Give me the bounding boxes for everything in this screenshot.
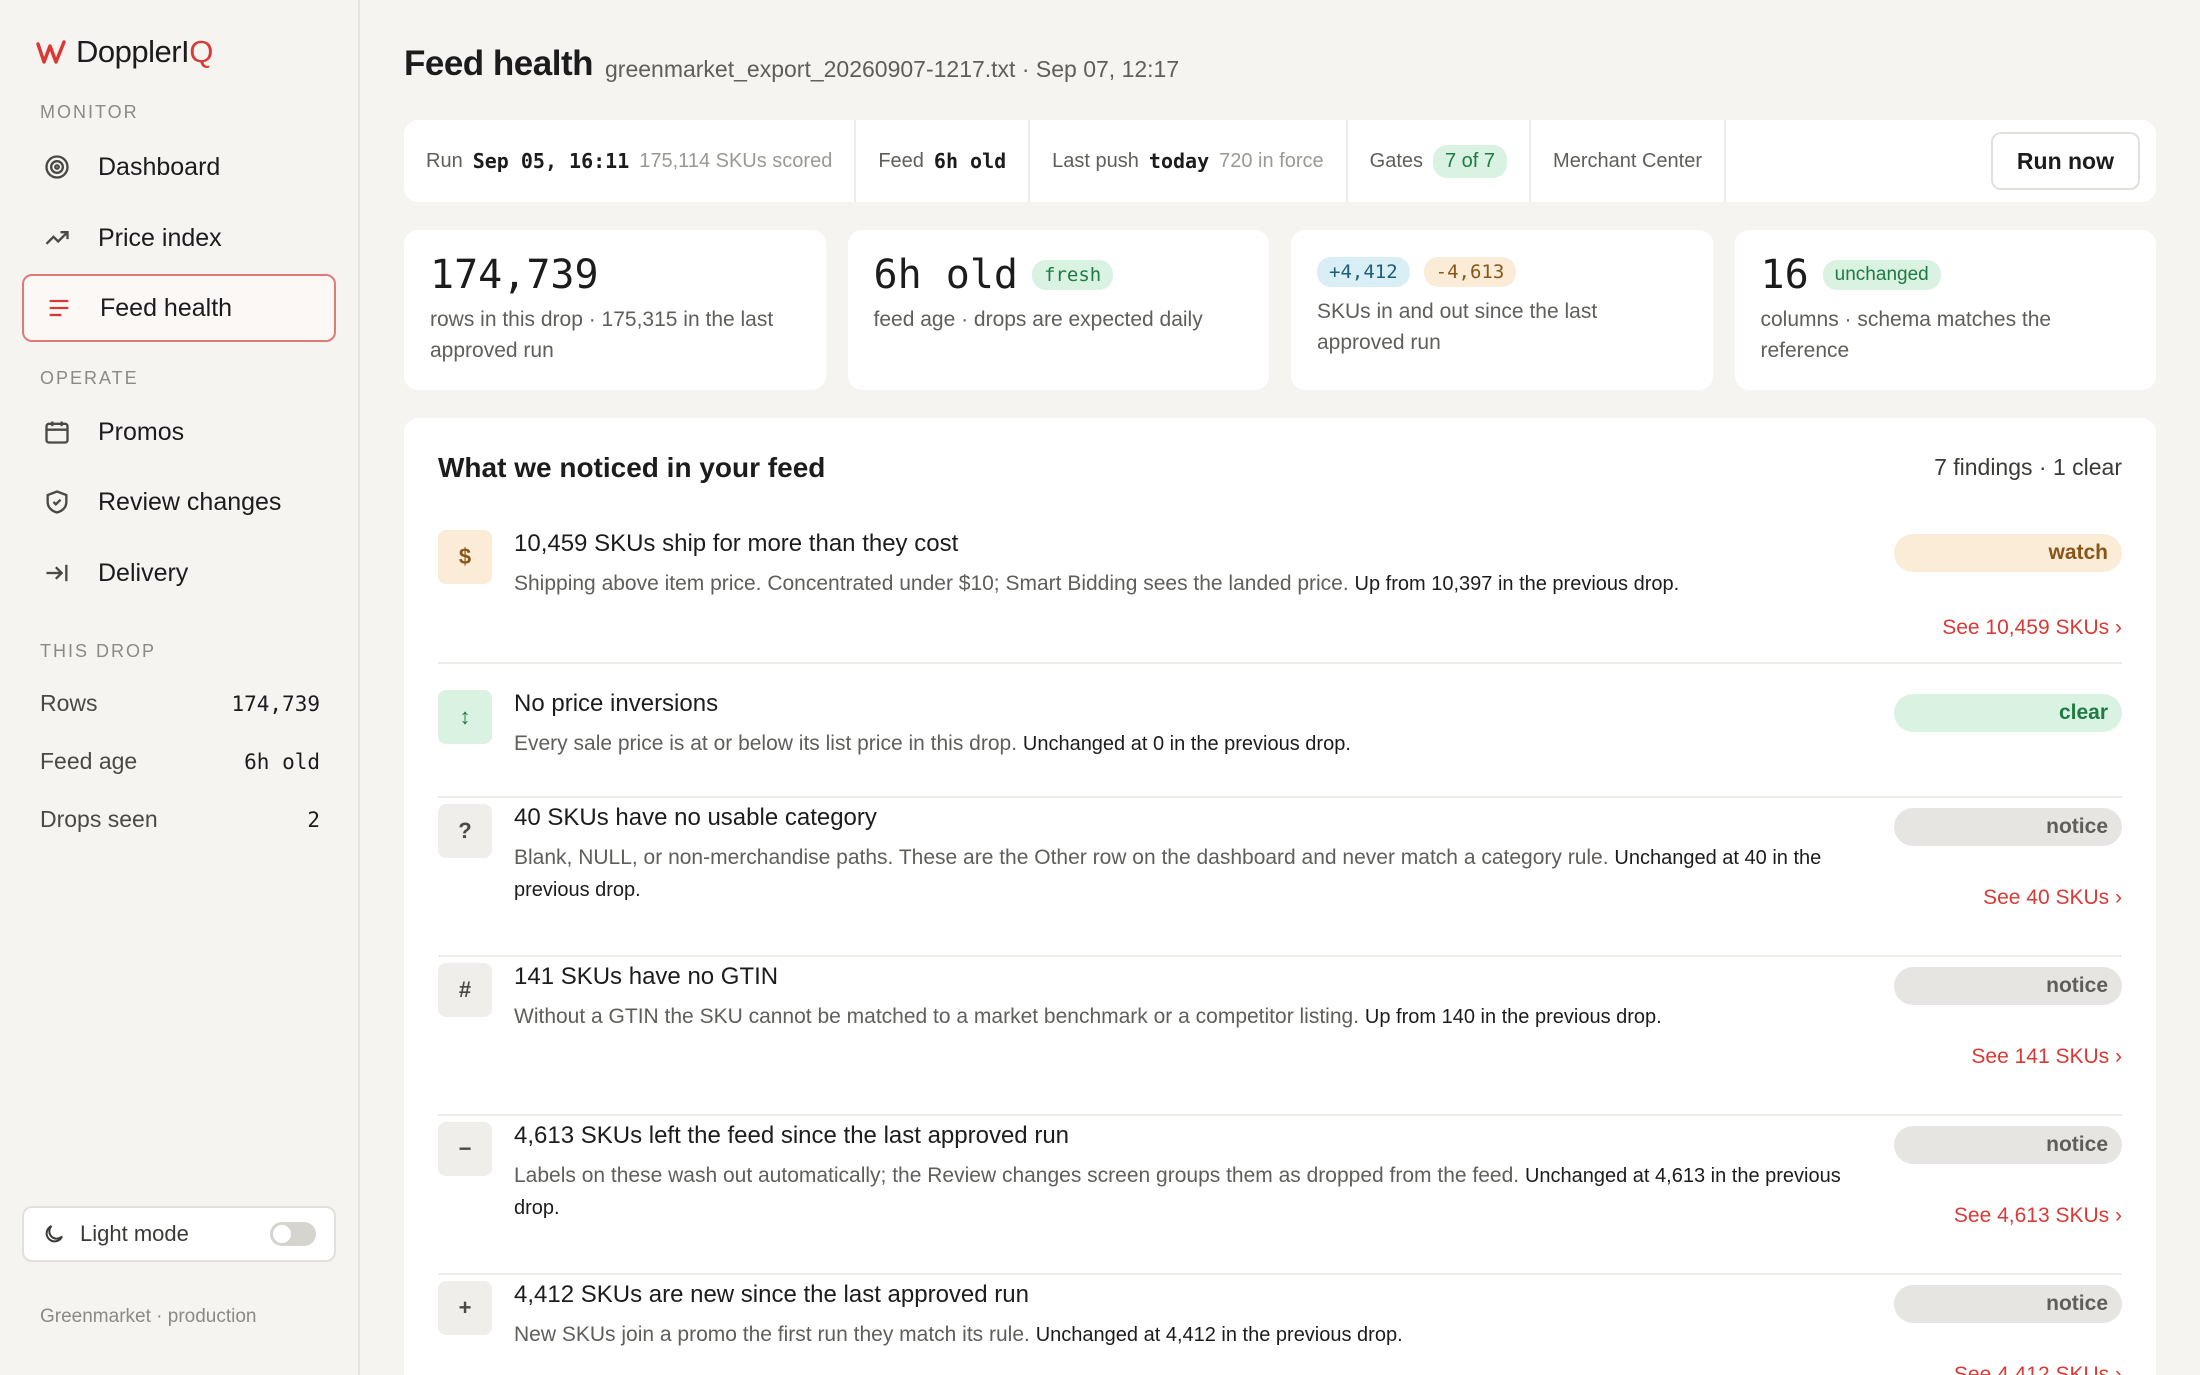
page-title: Feed health [404,44,593,83]
sidebar-item-feed-health[interactable]: Feed health [22,274,336,342]
skus-in-badge: +4,412 [1317,257,1410,287]
sidebar-item-review-changes[interactable]: Review changes [22,468,336,536]
finding-no-gtin: # 141 SKUs have no GTIN Without a GTIN t… [438,957,2122,1116]
mode-label: Light mode [80,1221,189,1246]
fresh-badge: fresh [1032,260,1114,290]
findings-title: What we noticed in your feed [438,452,826,483]
sidebar-item-label: Feed health [100,293,233,322]
environment-label: Greenmarket · production [40,1306,257,1327]
sidebar-item-price-index[interactable]: Price index [22,204,336,272]
sku-delta-card: +4,412 -4,613 SKUs in and out since the … [1291,230,1713,390]
minus-icon: − [438,1122,492,1176]
logo-wave-icon [36,40,66,64]
arrow-to-bar-icon [42,558,72,588]
section-label-operate: OPERATE [40,368,139,388]
moon-icon [45,1225,63,1243]
mode-switch[interactable] [270,1222,316,1246]
target-icon [42,152,72,182]
sidebar-item-delivery[interactable]: Delivery [22,539,336,607]
finding-price-inversions: ↕ No price inversions Every sale price i… [438,684,2122,798]
run-status: Run Sep 05, 16:11 175,114 SKUs scored [404,120,857,202]
summary-cards: 174,739 rows in this drop · 175,315 in t… [404,230,2156,390]
light-mode-toggle[interactable]: Light mode [22,1206,336,1262]
hash-icon: # [438,963,492,1017]
findings-summary: 7 findings · 1 clear [1934,454,2122,480]
finding-shipping-cost: $ 10,459 SKUs ship for more than they co… [438,524,2122,664]
finding-skus-left: − 4,613 SKUs left the feed since the las… [438,1116,2122,1275]
section-label-monitor: MONITOR [40,102,139,122]
up-down-arrow-icon: ↕ [438,690,492,744]
dollar-icon: $ [438,530,492,584]
sidebar-item-label: Promos [98,417,185,446]
see-skus-link[interactable]: See 40 SKUs › [1983,886,2122,910]
question-icon: ? [438,804,492,858]
app-logo[interactable]: DopplerIQ [36,34,213,70]
status-bar: Run Sep 05, 16:11 175,114 SKUs scored Fe… [404,120,2156,202]
status-badge: notice [1894,1285,2122,1323]
calendar-icon [42,417,72,447]
sidebar-item-promos[interactable]: Promos [22,398,336,466]
feed-file-subtitle: greenmarket_export_20260907-1217.txt · S… [605,56,1180,82]
sidebar-item-label: Price index [98,223,222,252]
sidebar-item-dashboard[interactable]: Dashboard [22,133,336,201]
feed-age-card: 6h old fresh feed age · drops are expect… [847,230,1269,390]
rows-card: 174,739 rows in this drop · 175,315 in t… [404,230,826,390]
destination-status: Merchant Center [1531,120,1727,202]
finding-no-category: ? 40 SKUs have no usable category Blank,… [438,798,2122,957]
status-badge: notice [1894,808,2122,846]
stat-feed-age: Feed age 6h old [40,748,320,774]
plus-icon: + [438,1281,492,1335]
sidebar-item-label: Dashboard [98,152,221,181]
columns-card: 16 unchanged columns · schema matches th… [1734,230,2156,390]
gates-badge: 7 of 7 [1433,144,1508,178]
lines-icon [44,293,74,323]
status-badge: notice [1894,1126,2122,1164]
push-status: Last push today 720 in force [1030,120,1348,202]
findings-panel: What we noticed in your feed 7 findings … [404,418,2156,1375]
status-badge: clear [1894,694,2122,732]
shield-check-icon [42,487,72,517]
see-skus-link[interactable]: See 4,613 SKUs › [1954,1204,2122,1228]
gates-status: Gates 7 of 7 [1348,120,1532,202]
sidebar: DopplerIQ MONITOR Dashboard Price index … [0,0,360,1375]
finding-skus-new: + 4,412 SKUs are new since the last appr… [438,1275,2122,1375]
see-skus-link[interactable]: See 10,459 SKUs › [1942,616,2122,640]
see-skus-link[interactable]: See 4,412 SKUs › [1954,1363,2122,1375]
sidebar-item-label: Review changes [98,487,282,516]
stat-drops-seen: Drops seen 2 [40,806,320,832]
sidebar-item-label: Delivery [98,558,189,587]
app-name: DopplerIQ [76,34,213,69]
run-now-button[interactable]: Run now [1990,132,2140,190]
status-badge: notice [1894,967,2122,1005]
unchanged-badge: unchanged [1822,260,1941,290]
stat-rows: Rows 174,739 [40,690,320,716]
section-label-this-drop: THIS DROP [40,641,157,661]
feed-status: Feed 6h old [856,120,1031,202]
trend-up-icon [42,223,72,253]
status-badge: watch [1894,534,2122,572]
see-skus-link[interactable]: See 141 SKUs › [1971,1045,2122,1069]
skus-out-badge: -4,613 [1423,257,1517,287]
